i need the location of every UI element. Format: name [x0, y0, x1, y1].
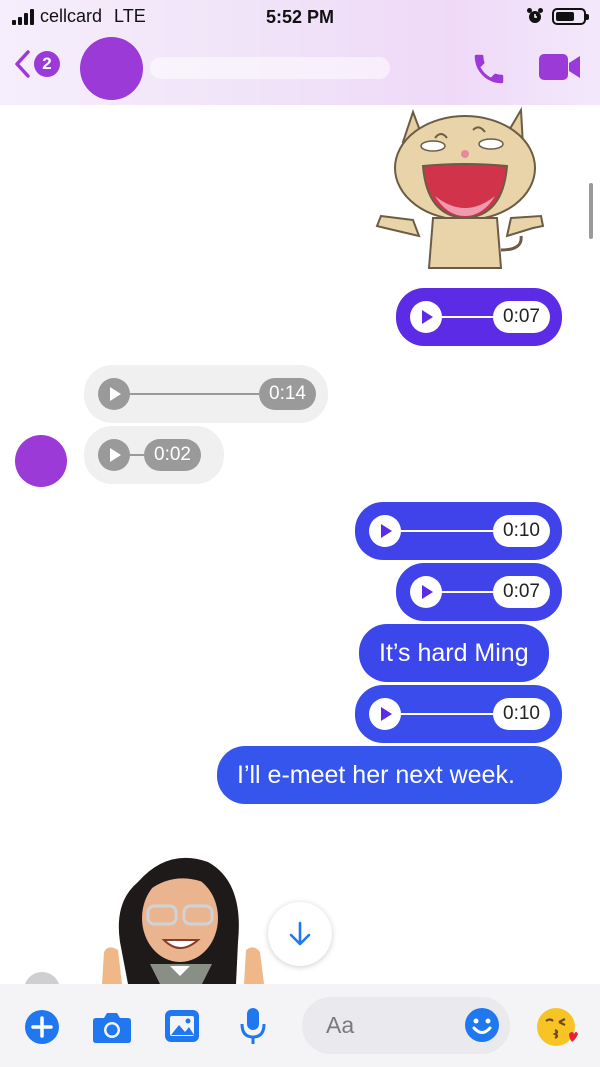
voice-message-outgoing[interactable]: 0:07 — [396, 563, 562, 621]
voice-duration: 0:10 — [493, 698, 550, 730]
unread-badge: 2 — [34, 51, 60, 77]
play-icon[interactable] — [410, 301, 442, 333]
voice-message-outgoing[interactable]: 0:10 — [355, 685, 562, 743]
plus-icon[interactable] — [24, 1009, 60, 1045]
message-input[interactable]: Aa — [302, 997, 510, 1054]
play-icon[interactable] — [369, 698, 401, 730]
composer-bar: Aa — [0, 984, 600, 1067]
audio-track — [442, 316, 494, 318]
play-icon[interactable] — [98, 378, 130, 410]
play-icon[interactable] — [410, 576, 442, 608]
status-right — [526, 7, 589, 25]
play-icon[interactable] — [98, 439, 130, 471]
video-camera-icon[interactable] — [538, 52, 582, 82]
audio-track — [401, 713, 494, 715]
arrow-down-icon — [289, 921, 311, 946]
laughing-cat-sticker — [375, 106, 545, 269]
kiss-emoji-icon[interactable] — [536, 1006, 578, 1048]
status-bar: cellcard LTE 5:52 PM — [0, 0, 600, 34]
back-button[interactable]: 2 — [12, 48, 60, 80]
audio-track — [442, 591, 494, 593]
voice-duration: 0:14 — [259, 378, 316, 410]
contact-avatar[interactable] — [80, 37, 143, 100]
contact-name[interactable] — [150, 57, 390, 79]
camera-icon[interactable] — [92, 1010, 132, 1044]
voice-message-incoming[interactable]: 0:02 — [84, 426, 224, 484]
chat-header: 2 — [0, 34, 600, 104]
battery-icon — [552, 7, 589, 25]
back-chevron-icon — [15, 50, 30, 78]
text-message-outgoing[interactable]: It’s hard Ming — [359, 624, 549, 682]
message-input-placeholder: Aa — [326, 1012, 355, 1038]
voice-message-outgoing[interactable]: 0:07 — [396, 288, 562, 346]
audio-track — [130, 454, 144, 456]
voice-duration: 0:02 — [144, 439, 201, 471]
text-message-row: I’ll e-meet her next week. — [217, 746, 562, 804]
voice-duration: 0:07 — [493, 576, 550, 608]
scroll-to-bottom-button[interactable] — [268, 902, 332, 966]
play-icon[interactable] — [369, 515, 401, 547]
text-message-row: It’s hard Ming — [359, 624, 549, 682]
scrollbar[interactable] — [589, 183, 593, 239]
voice-duration: 0:10 — [493, 515, 550, 547]
voice-duration: 0:07 — [493, 301, 550, 333]
text-message-outgoing[interactable]: I’ll e-meet her next week. — [217, 746, 562, 804]
alarm-icon — [527, 8, 543, 23]
smiley-icon[interactable] — [464, 1007, 500, 1043]
voice-message-outgoing[interactable]: 0:10 — [355, 502, 562, 560]
thumbs-up-memoji-sticker — [102, 857, 264, 984]
status-time: 5:52 PM — [265, 7, 335, 27]
microphone-icon[interactable] — [238, 1006, 268, 1046]
contact-avatar-small[interactable] — [15, 435, 67, 487]
voice-message-incoming[interactable]: 0:14 — [84, 365, 328, 423]
phone-icon[interactable] — [470, 50, 508, 88]
audio-track — [401, 530, 494, 532]
audio-track — [130, 393, 260, 395]
gallery-icon[interactable] — [163, 1008, 201, 1044]
